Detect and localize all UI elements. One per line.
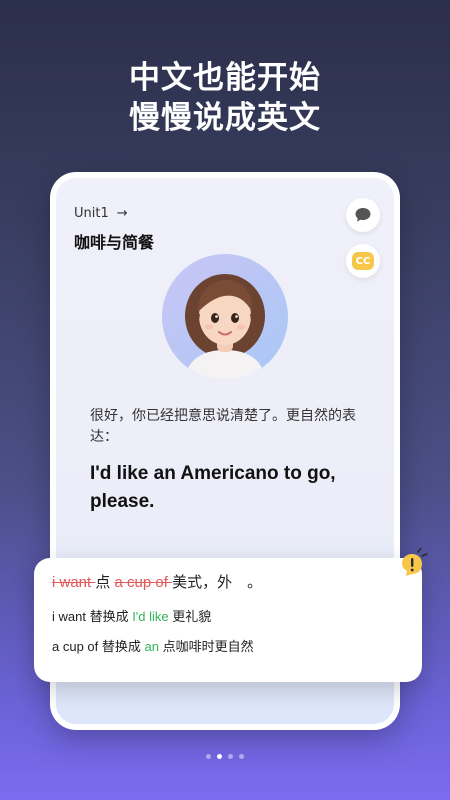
sentence-part-1: 点: [95, 574, 115, 591]
chat-button[interactable]: [346, 198, 380, 232]
struck-word-1: i want: [52, 574, 96, 591]
correction-2-pre: a cup of 替换成: [52, 639, 145, 654]
page-dot[interactable]: [228, 754, 233, 759]
correction-2-replacement: an: [144, 639, 159, 654]
correction-line-1: i want 替换成 I'd like 更礼貌: [52, 608, 404, 626]
correction-card: i want 点 a cup of 美式，外 。 i want 替换成 I'd …: [34, 558, 422, 682]
tutor-prompt: 很好，你已经把意思说清楚了。更自然的表达：: [90, 408, 356, 445]
original-sentence: i want 点 a cup of 美式，外 。: [52, 574, 404, 592]
unit-link[interactable]: Unit1 →: [74, 206, 128, 221]
correction-line-2: a cup of 替换成 an 点咖啡时更自然: [52, 638, 404, 656]
headline-line-1: 中文也能开始: [129, 60, 321, 96]
unit-label: Unit1: [74, 206, 109, 221]
page-dot-active[interactable]: [217, 754, 222, 759]
struck-word-2: a cup of: [114, 574, 173, 591]
sentence-part-2: 美式，外 。: [172, 574, 263, 591]
page-dot[interactable]: [206, 754, 211, 759]
arrow-right-icon: →: [116, 206, 128, 221]
headline-line-2: 慢慢说成英文: [129, 100, 321, 136]
correction-1-pre: i want 替换成: [52, 609, 133, 624]
tutor-avatar: [162, 254, 288, 380]
lesson-title: 咖啡与简餐: [74, 233, 155, 252]
page-indicator: [0, 754, 450, 759]
chat-bubble-icon: [355, 208, 371, 222]
correction-2-post: 点咖啡时更自然: [158, 639, 254, 654]
correction-1-replacement: I'd like: [132, 609, 169, 624]
page-dot[interactable]: [239, 754, 244, 759]
avatar-icon: [184, 274, 266, 380]
alert-icon: [402, 548, 428, 576]
correction-1-post: 更礼貌: [168, 609, 212, 624]
headline: 中文也能开始 慢慢说成英文: [0, 58, 450, 138]
cc-icon: CC: [352, 252, 374, 270]
suggested-answer: I'd like an Americano to go, please.: [90, 463, 336, 512]
caption-button[interactable]: CC: [346, 244, 380, 278]
